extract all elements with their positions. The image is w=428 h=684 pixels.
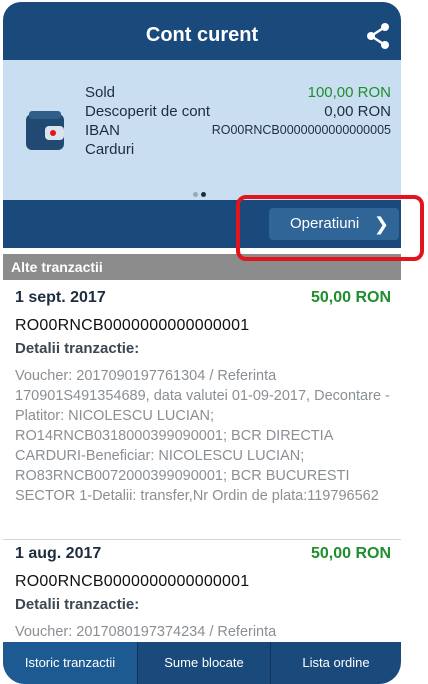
transaction-date: 1 aug. 2017	[15, 545, 102, 562]
tab-sume-blocate[interactable]: Sume blocate	[138, 642, 270, 684]
transaction-description: Voucher: 2017080197374234 / Referinta	[15, 624, 277, 640]
operations-button[interactable]: Operatiuni ❯	[269, 208, 399, 240]
transaction-iban: RO00RNCB0000000000000001	[15, 573, 250, 590]
overdraft-row: Descoperit de cont 0,00 RON	[85, 102, 391, 121]
tab-lista-ordine[interactable]: Lista ordine	[271, 642, 401, 684]
transaction-date: 1 sept. 2017	[15, 289, 106, 306]
iban-value: RO00RNCB0000000000000005	[211, 123, 391, 137]
balance-row: Sold 100,00 RON	[85, 83, 391, 102]
overdraft-value: 0,00 RON	[324, 103, 391, 120]
bottom-tab-bar: Istoric tranzactii Sume blocate Lista or…	[3, 642, 401, 684]
phone-screen: Cont curent Sold 100,00 RON Descoperit d…	[3, 2, 401, 684]
tab-istoric-tranzactii[interactable]: Istoric tranzactii	[3, 642, 137, 684]
balance-label: Sold	[85, 84, 116, 101]
wallet-icon	[26, 111, 64, 150]
transaction-amount: 50,00 RON	[310, 289, 391, 306]
page-dot-1	[193, 192, 198, 197]
transaction-details-label: Detalii tranzactie:	[15, 340, 140, 357]
transaction-iban: RO00RNCB0000000000000001	[15, 317, 250, 334]
iban-row: IBAN RO00RNCB0000000000000005	[85, 121, 391, 140]
page-dot-2	[201, 192, 206, 197]
chevron-right-icon: ❯	[373, 214, 389, 234]
share-icon[interactable]	[365, 22, 391, 50]
overdraft-label: Descoperit de cont	[85, 103, 211, 120]
cards-row: Carduri	[85, 140, 391, 159]
account-summary-card[interactable]: Sold 100,00 RON Descoperit de cont 0,00 …	[3, 60, 401, 200]
cards-label: Carduri	[85, 141, 135, 158]
account-details: Sold 100,00 RON Descoperit de cont 0,00 …	[85, 83, 391, 159]
iban-label: IBAN	[85, 122, 121, 139]
section-title: Alte tranzactii	[3, 254, 401, 280]
page-title: Cont curent	[145, 24, 259, 46]
divider	[3, 539, 401, 540]
balance-value: 100,00 RON	[307, 84, 391, 101]
transaction-description: Voucher: 2017090197761304 / Referinta 17…	[15, 368, 390, 504]
transaction-details-label: Detalii tranzactie:	[15, 596, 140, 613]
transaction-amount: 50,00 RON	[310, 545, 391, 562]
operations-button-label: Operatiuni	[290, 215, 360, 232]
